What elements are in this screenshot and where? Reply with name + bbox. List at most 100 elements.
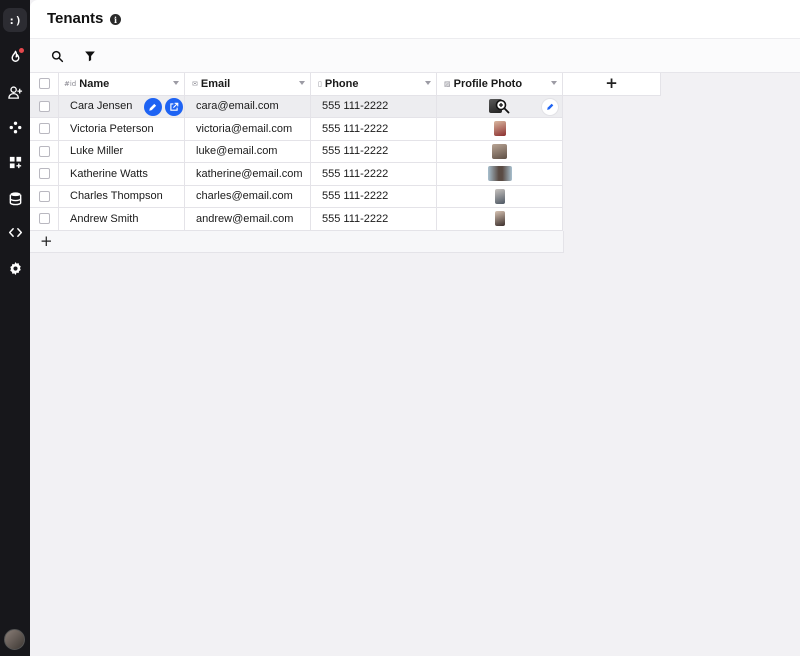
database-icon[interactable]	[5, 188, 25, 208]
photo-thumbnail[interactable]	[494, 188, 505, 204]
column-label: Name	[79, 77, 110, 90]
name-cell[interactable]: Katherine Watts	[59, 163, 185, 186]
table-row[interactable]: Cara Jensen cara@email.com 555 111-2222	[30, 95, 563, 118]
email-value: luke@email.com	[196, 145, 278, 158]
phone-value: 555 111-2222	[322, 212, 389, 225]
column-label: Phone	[324, 77, 359, 90]
column-label: Email	[200, 77, 231, 90]
photo-cell[interactable]	[437, 118, 563, 141]
integrations-icon[interactable]	[5, 117, 25, 137]
chevron-down-icon[interactable]	[299, 81, 305, 85]
phone-cell[interactable]: 555 111-2222	[311, 185, 437, 208]
row-checkbox-cell	[30, 185, 59, 208]
image-icon: ▨	[444, 79, 451, 88]
add-column-button[interactable]: +	[563, 73, 661, 96]
pencil-icon	[149, 103, 157, 111]
edit-photo-button[interactable]	[541, 97, 559, 116]
info-icon[interactable]: i	[110, 14, 121, 25]
table-toolbar	[30, 38, 800, 73]
row-checkbox-cell	[30, 118, 59, 141]
add-user-icon[interactable]	[5, 82, 25, 102]
photo-cell[interactable]	[437, 163, 563, 186]
name-value: Cara Jensen	[70, 100, 133, 113]
phone-cell[interactable]: 555 111-2222	[311, 208, 437, 231]
photo-cell[interactable]	[437, 208, 563, 231]
select-all-checkbox-cell	[30, 73, 59, 96]
search-icon[interactable]	[49, 48, 65, 64]
open-record-button[interactable]	[165, 97, 183, 116]
apps-icon[interactable]	[5, 152, 25, 172]
row-checkbox[interactable]	[38, 123, 50, 135]
photo-thumbnail[interactable]	[493, 121, 506, 137]
photo-cell[interactable]	[437, 140, 563, 163]
email-value: cara@email.com	[196, 100, 279, 113]
row-checkbox[interactable]	[38, 145, 50, 157]
name-value: Andrew Smith	[70, 212, 139, 225]
photo-thumbnail[interactable]	[492, 143, 507, 159]
name-cell[interactable]: Andrew Smith	[59, 208, 185, 231]
column-header-name[interactable]: #id Name	[59, 73, 185, 96]
photo-cell[interactable]	[437, 95, 563, 118]
row-checkbox[interactable]	[38, 213, 50, 225]
phone-value: 555 111-2222	[322, 122, 389, 135]
table-row[interactable]: Katherine Watts katherine@email.com 555 …	[30, 163, 563, 186]
column-header-phone[interactable]: ▯ Phone	[311, 73, 437, 96]
table-row[interactable]: Victoria Peterson victoria@email.com 555…	[30, 118, 563, 141]
chevron-down-icon[interactable]	[173, 81, 179, 85]
sidebar: :)	[0, 0, 30, 656]
email-cell[interactable]: victoria@email.com	[185, 118, 311, 141]
email-cell[interactable]: charles@email.com	[185, 185, 311, 208]
row-checkbox[interactable]	[38, 168, 50, 180]
table-row[interactable]: Andrew Smith andrew@email.com 555 111-22…	[30, 208, 563, 231]
name-value: Katherine Watts	[70, 167, 148, 180]
name-cell[interactable]: Charles Thompson	[59, 185, 185, 208]
email-cell[interactable]: cara@email.com	[185, 95, 311, 118]
app-logo[interactable]: :)	[3, 8, 27, 32]
phone-value: 555 111-2222	[322, 167, 389, 180]
select-all-checkbox[interactable]	[38, 78, 50, 90]
notification-dot	[19, 48, 24, 53]
phone-icon: ▯	[318, 79, 322, 88]
edit-row-button[interactable]	[144, 97, 162, 116]
filter-icon[interactable]	[82, 48, 98, 64]
name-cell[interactable]: Cara Jensen	[59, 95, 185, 118]
column-header-profile-photo[interactable]: ▨ Profile Photo	[437, 73, 563, 96]
add-row-button[interactable]: +	[40, 233, 53, 249]
avatar[interactable]	[4, 629, 25, 650]
name-cell[interactable]: Luke Miller	[59, 140, 185, 163]
email-value: victoria@email.com	[196, 122, 293, 135]
photo-cell[interactable]	[437, 185, 563, 208]
photo-thumbnail[interactable]	[494, 211, 505, 227]
column-header-email[interactable]: ✉ Email	[185, 73, 311, 96]
name-value: Victoria Peterson	[70, 122, 154, 135]
name-value: Charles Thompson	[70, 190, 163, 203]
chevron-down-icon[interactable]	[551, 81, 557, 85]
code-icon[interactable]	[5, 222, 25, 242]
row-checkbox-cell	[30, 208, 59, 231]
email-cell[interactable]: katherine@email.com	[185, 163, 311, 186]
email-value: katherine@email.com	[196, 167, 303, 180]
main-area: Tenants i #id Name ✉ Email ▯ Phone ▨ Profile…	[30, 0, 800, 656]
page-header: Tenants i	[30, 0, 800, 38]
column-label: Profile Photo	[453, 77, 523, 90]
photo-thumbnail[interactable]	[489, 98, 510, 114]
phone-cell[interactable]: 555 111-2222	[311, 95, 437, 118]
email-cell[interactable]: andrew@email.com	[185, 208, 311, 231]
page-title: Tenants	[47, 10, 104, 27]
email-cell[interactable]: luke@email.com	[185, 140, 311, 163]
phone-cell[interactable]: 555 111-2222	[311, 163, 437, 186]
table-row[interactable]: Charles Thompson charles@email.com 555 1…	[30, 185, 563, 208]
phone-cell[interactable]: 555 111-2222	[311, 118, 437, 141]
table-row[interactable]: Luke Miller luke@email.com 555 111-2222	[30, 140, 563, 163]
row-checkbox[interactable]	[38, 190, 50, 202]
id-key-icon: #id	[64, 79, 77, 88]
flame-icon[interactable]	[5, 47, 25, 67]
phone-cell[interactable]: 555 111-2222	[311, 140, 437, 163]
name-cell[interactable]: Victoria Peterson	[59, 118, 185, 141]
row-checkbox[interactable]	[38, 100, 50, 112]
pencil-icon	[546, 103, 553, 110]
chevron-down-icon[interactable]	[425, 81, 431, 85]
row-checkbox-cell	[30, 140, 59, 163]
gear-icon[interactable]	[5, 258, 25, 278]
photo-thumbnail[interactable]	[487, 166, 512, 182]
